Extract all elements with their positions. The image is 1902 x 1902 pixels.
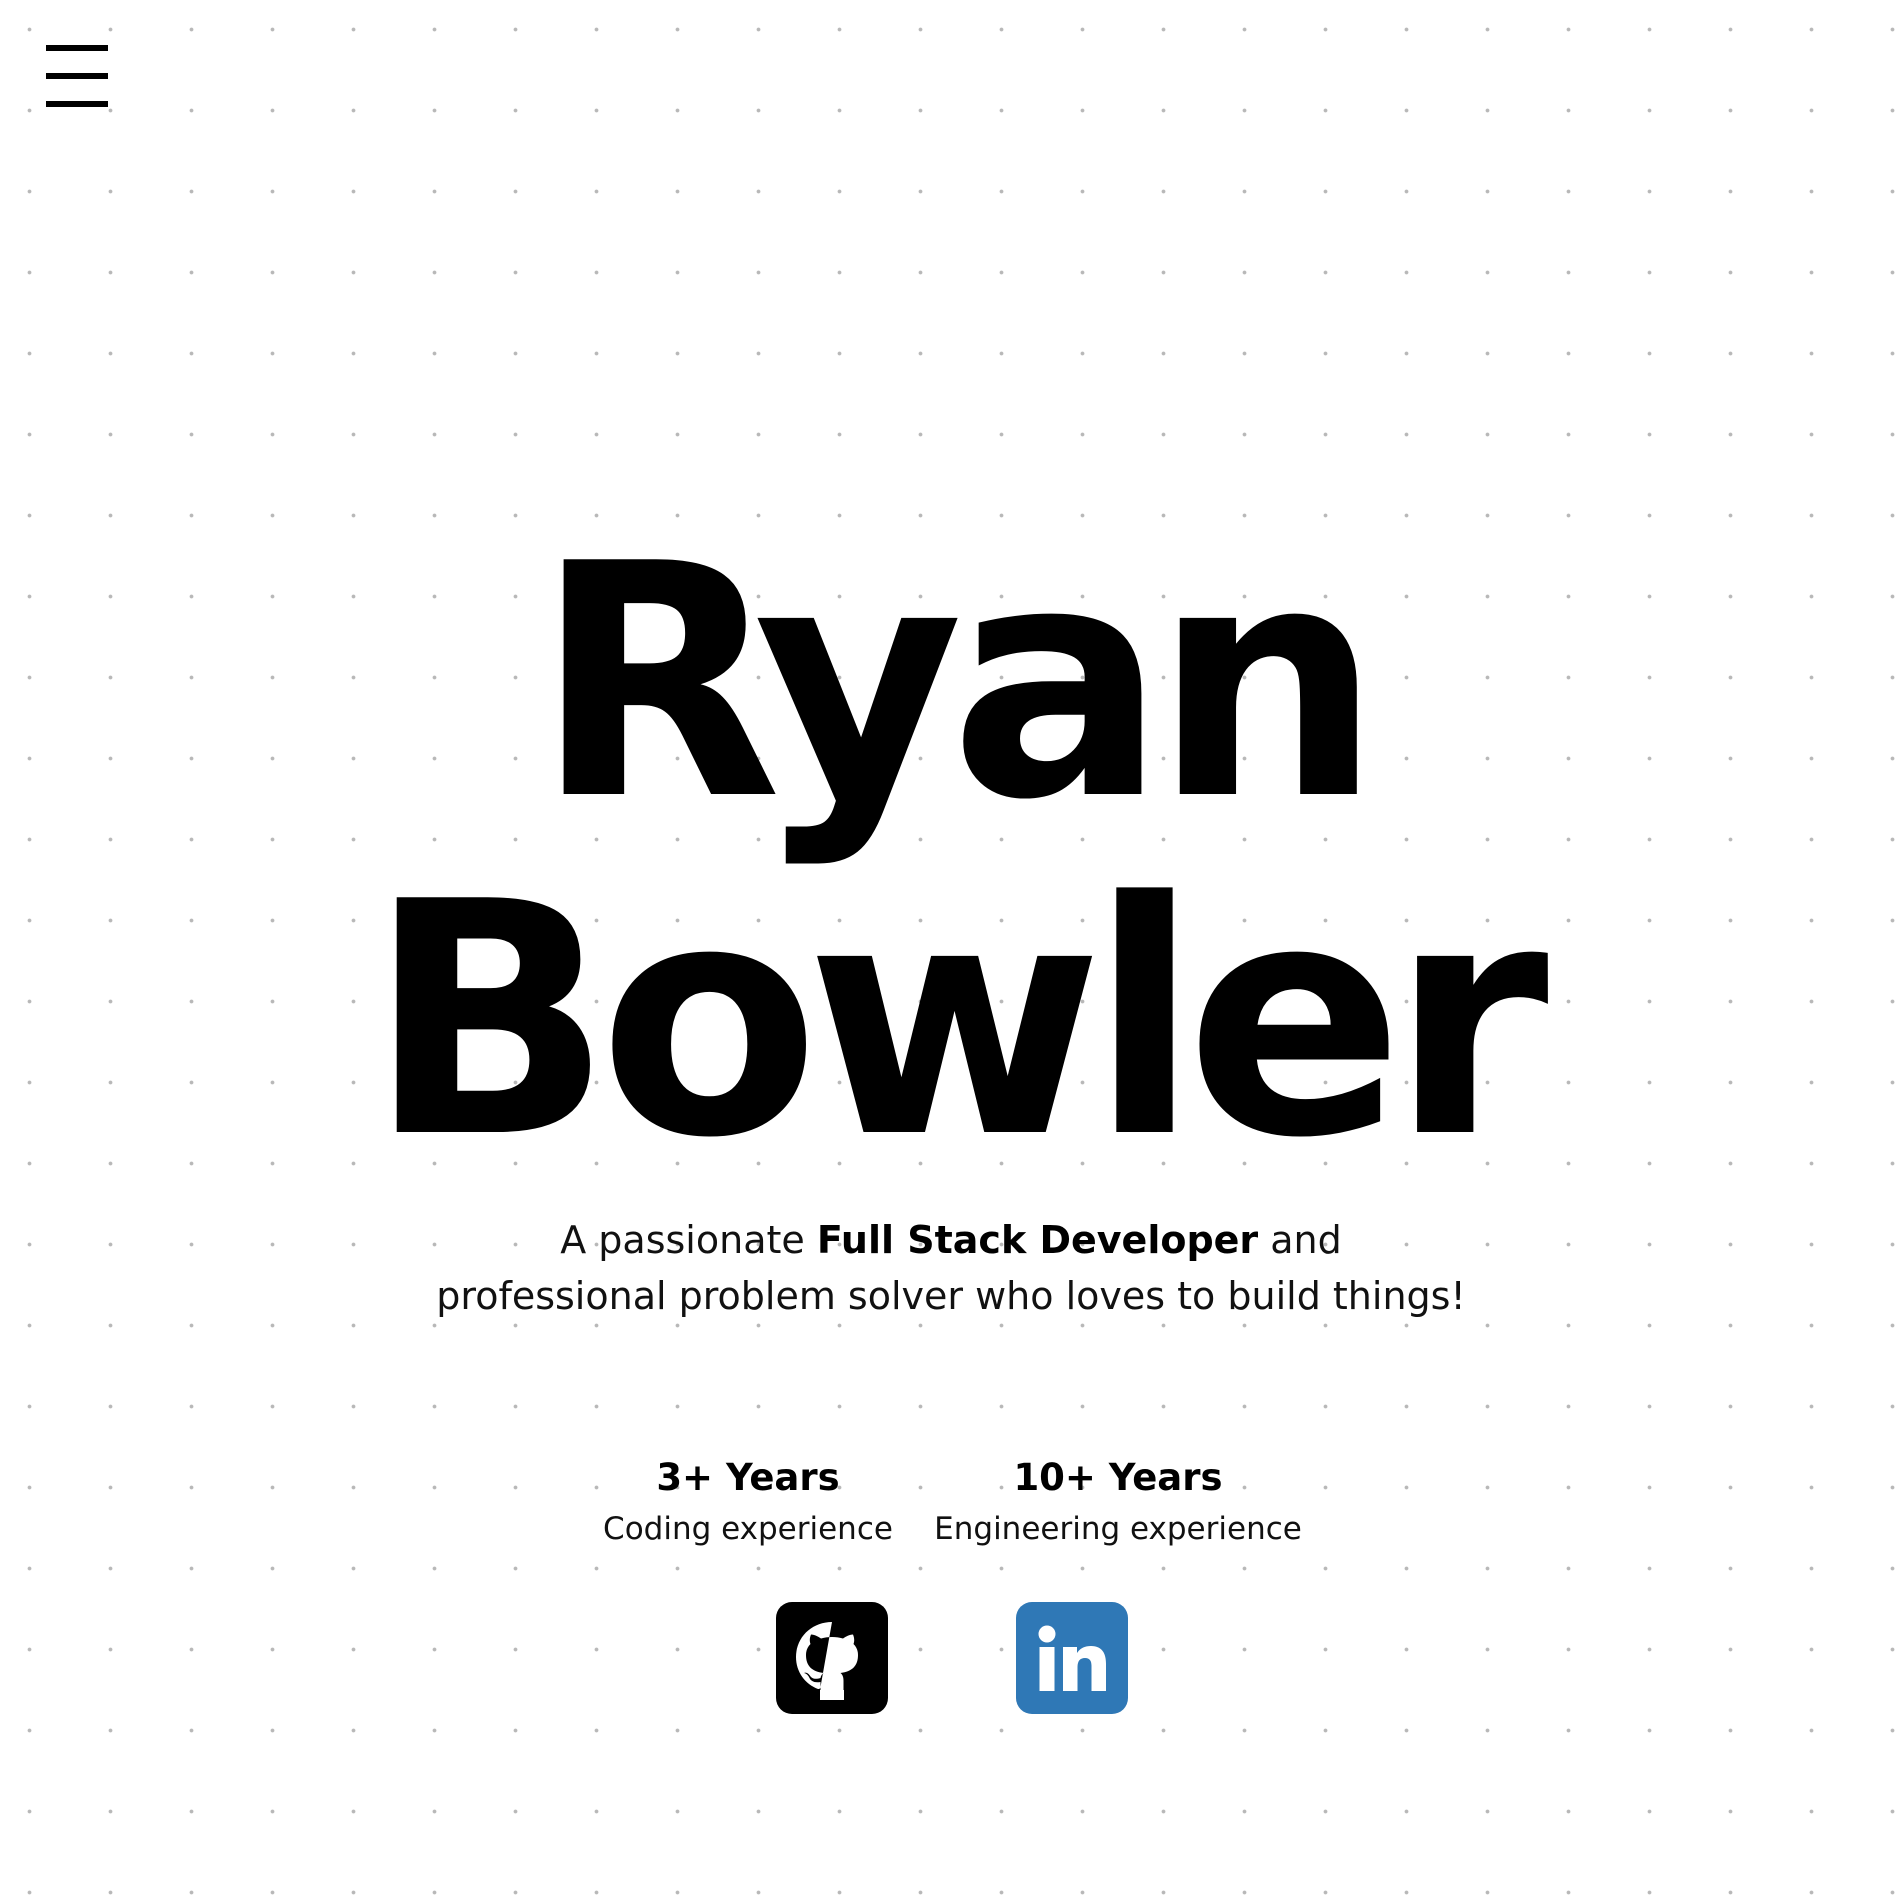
- hero-last-name: Bowler: [367, 833, 1549, 1208]
- stat-value: 3+ Years: [656, 1456, 840, 1499]
- hero-tagline: A passionate Full Stack Developer and pr…: [0, 1212, 1902, 1324]
- linkedin-in-glyph: [1038, 1625, 1106, 1691]
- tagline-role: Full Stack Developer: [816, 1218, 1259, 1262]
- experience-stats: 3+ Years Coding experience 10+ Years Eng…: [0, 1450, 1902, 1570]
- tagline-line-1: A passionate Full Stack Developer and: [0, 1212, 1902, 1268]
- menu-bar-bottom: [46, 101, 108, 107]
- stat-label: Engineering experience: [934, 1511, 1302, 1547]
- menu-bar-middle: [46, 73, 108, 79]
- stat-coding-experience: 3+ Years Coding experience: [601, 1450, 895, 1552]
- menu-bar-top: [46, 45, 108, 51]
- tagline-suffix: and: [1258, 1218, 1342, 1262]
- stat-label: Coding experience: [603, 1511, 893, 1547]
- tagline-line-2: professional problem solver who loves to…: [436, 1274, 1466, 1318]
- linkedin-icon[interactable]: [1016, 1602, 1128, 1714]
- hero-first-name: Ryan: [534, 495, 1382, 870]
- stat-value: 10+ Years: [1013, 1456, 1223, 1499]
- tagline-prefix: A passionate: [560, 1218, 817, 1262]
- github-icon[interactable]: [776, 1602, 888, 1714]
- github-octocat-glyph: [796, 1622, 858, 1700]
- stat-engineering-experience: 10+ Years Engineering experience: [932, 1450, 1304, 1552]
- hamburger-menu-icon[interactable]: [46, 45, 108, 107]
